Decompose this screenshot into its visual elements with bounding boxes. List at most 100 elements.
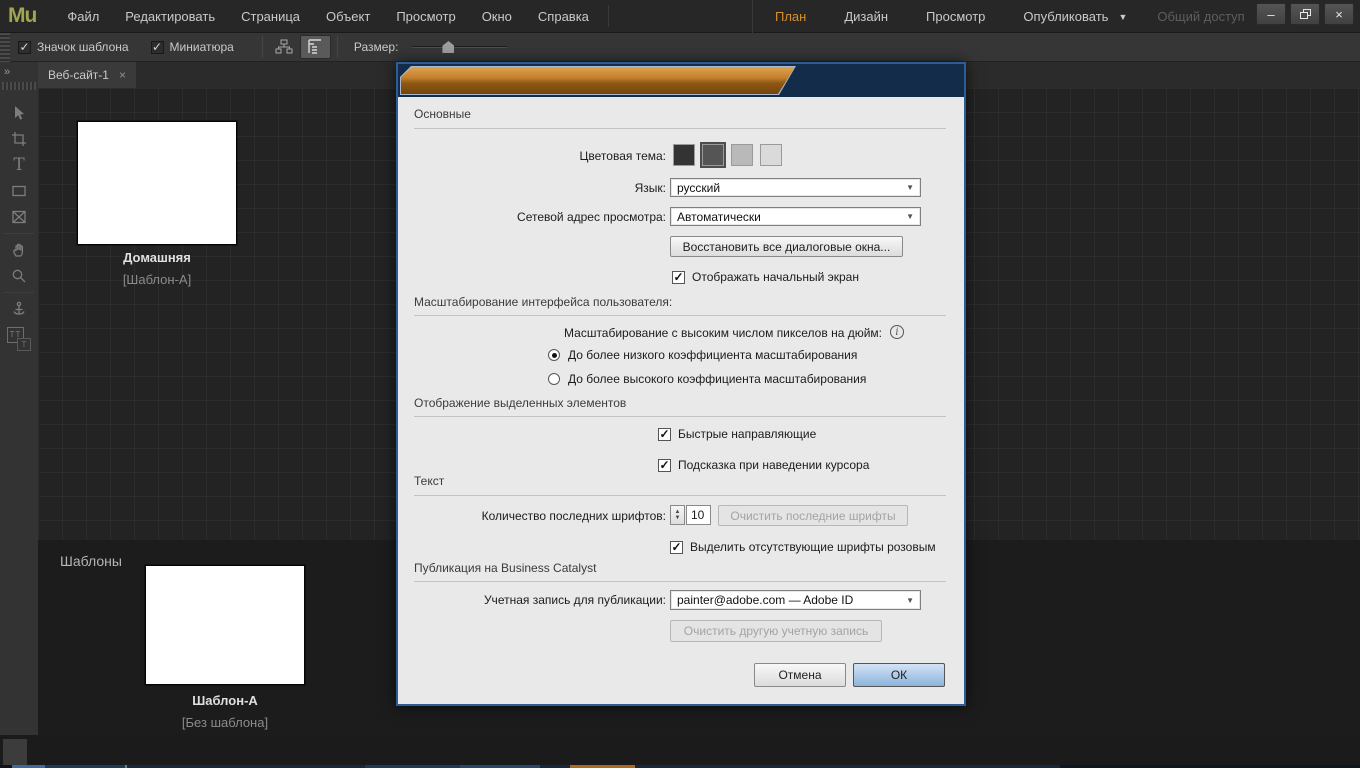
sitemap-view-button[interactable]	[269, 35, 300, 59]
home-page-master[interactable]: [Шаблон-А]	[77, 272, 237, 287]
highlight-missing-fonts-label: Выделить отсутствующие шрифты розовым	[690, 540, 936, 554]
restore-dialogs-button[interactable]: Восстановить все диалоговые окна...	[670, 236, 903, 257]
workspace-tab-design[interactable]: Дизайн	[844, 9, 888, 24]
toolbar-grip	[0, 33, 10, 62]
master-page-title[interactable]: Шаблон-А	[145, 693, 305, 708]
tab-close-icon[interactable]: ×	[119, 68, 126, 82]
master-page-thumbnail[interactable]	[145, 565, 305, 685]
template-icon-checkbox[interactable]: ✓ Значок шаблона	[18, 40, 129, 54]
section-divider	[414, 128, 946, 129]
master-page-master[interactable]: [Без шаблона]	[145, 715, 305, 730]
preview-address-label: Сетевой адрес просмотра:	[398, 210, 666, 224]
menu-object[interactable]: Объект	[313, 9, 383, 24]
show-start-screen-label: Отображать начальный экран	[692, 270, 859, 284]
masters-label: Шаблоны	[60, 553, 122, 569]
panel-grip	[2, 82, 36, 90]
checkbox-checked-icon: ✓	[670, 541, 683, 554]
section-text: Текст	[414, 474, 444, 488]
radio-higher-label: До более высокого коэффициента масштабир…	[568, 372, 866, 386]
frame-tool-button[interactable]	[0, 204, 38, 230]
theme-swatch-darkest[interactable]	[673, 144, 695, 166]
menu-window[interactable]: Окно	[469, 9, 525, 24]
home-page-thumbnail[interactable]	[77, 121, 237, 245]
menu-file[interactable]: Файл	[54, 9, 112, 24]
tool-divider	[4, 292, 34, 293]
menu-help[interactable]: Справка	[525, 9, 602, 24]
dropdown-arrow-icon: ▼	[906, 596, 914, 605]
taskbar-sliver	[0, 735, 1360, 768]
minimize-button[interactable]: –	[1256, 3, 1286, 25]
app-logo-icon: Mu	[8, 4, 36, 28]
section-general: Основные	[414, 107, 471, 121]
outline-view-icon	[307, 39, 323, 55]
selection-tool-icon	[11, 105, 27, 121]
zoom-tool-button[interactable]	[0, 263, 38, 289]
thumbnail-checkbox[interactable]: ✓ Миниатюра	[151, 40, 234, 54]
states-button[interactable]: TTT	[0, 322, 38, 356]
text-tool-icon: T	[13, 155, 24, 175]
toolbar-divider	[262, 36, 263, 58]
recent-fonts-value[interactable]: 10	[686, 505, 711, 525]
tool-divider	[4, 233, 34, 234]
rectangle-tool-button[interactable]	[0, 178, 38, 204]
workspace-tab-plan[interactable]: План	[775, 9, 806, 24]
dialog-header	[398, 64, 964, 97]
options-toolbar: ✓ Значок шаблона ✓ Миниатюра Размер:	[0, 33, 1360, 62]
close-button[interactable]: ×	[1324, 3, 1354, 25]
outline-view-button[interactable]	[300, 35, 331, 59]
show-start-screen-checkbox[interactable]: ✓ Отображать начальный экран	[672, 270, 859, 284]
template-icon-label: Значок шаблона	[37, 40, 129, 54]
checkbox-checked-icon: ✓	[658, 428, 671, 441]
menu-view[interactable]: Просмотр	[383, 9, 468, 24]
home-page-title[interactable]: Домашняя	[77, 250, 237, 265]
section-scaling: Масштабирование интерфейса пользователя:	[414, 295, 672, 309]
thumbnail-label: Миниатюра	[170, 40, 234, 54]
window-controls: – ×	[1256, 3, 1354, 25]
recent-fonts-stepper[interactable]: ▲ ▼	[670, 505, 685, 525]
menu-edit[interactable]: Редактировать	[112, 9, 228, 24]
document-tab[interactable]: Веб-сайт-1 ×	[38, 62, 136, 88]
hover-tooltip-checkbox[interactable]: ✓ Подсказка при наведении курсора	[658, 458, 869, 472]
radio-higher-scaling[interactable]: До более высокого коэффициента масштабир…	[548, 372, 866, 386]
collapse-panel-icon[interactable]: »	[0, 62, 38, 78]
selection-tool-button[interactable]	[0, 100, 38, 126]
cancel-button[interactable]: Отмена	[754, 663, 846, 687]
hover-tooltip-label: Подсказка при наведении курсора	[678, 458, 869, 472]
section-divider	[414, 581, 946, 582]
menubar-divider	[608, 5, 609, 27]
smart-guides-checkbox[interactable]: ✓ Быстрые направляющие	[658, 427, 816, 441]
spin-down-icon[interactable]: ▼	[675, 515, 681, 521]
restore-button[interactable]	[1290, 3, 1320, 25]
crop-tool-button[interactable]	[0, 126, 38, 152]
highlight-missing-fonts-checkbox[interactable]: ✓ Выделить отсутствующие шрифты розовым	[670, 540, 936, 554]
size-slider[interactable]	[412, 40, 507, 54]
text-tool-button[interactable]: T	[0, 152, 38, 178]
anchor-tool-icon	[11, 301, 27, 317]
workspace-tabs: План Дизайн Просмотр Опубликовать ▼ Общи…	[752, 0, 1283, 33]
hand-tool-button[interactable]	[0, 237, 38, 263]
theme-swatch-dark-selected[interactable]	[702, 144, 724, 166]
checkbox-checked-icon: ✓	[658, 459, 671, 472]
theme-swatch-lightest[interactable]	[760, 144, 782, 166]
workspace-tab-publish[interactable]: Опубликовать	[1023, 9, 1108, 24]
language-value: русский	[677, 181, 906, 195]
anchor-tool-button[interactable]	[0, 296, 38, 322]
preferences-dialog: Основные Цветовая тема: Язык: русский ▼ …	[396, 62, 966, 706]
publish-dropdown-icon[interactable]: ▼	[1118, 12, 1127, 22]
dialog-body: Основные Цветовая тема: Язык: русский ▼ …	[398, 97, 964, 704]
clear-recent-fonts-button[interactable]: Очистить последние шрифты	[718, 505, 908, 526]
info-icon[interactable]: i	[890, 325, 904, 339]
language-dropdown[interactable]: русский ▼	[670, 178, 921, 197]
workspace-tab-preview[interactable]: Просмотр	[926, 9, 985, 24]
slider-thumb[interactable]	[442, 41, 454, 53]
publish-account-dropdown[interactable]: painter@adobe.com — Adobe ID ▼	[670, 590, 921, 610]
color-theme-label: Цветовая тема:	[398, 149, 666, 163]
toolbar-divider	[337, 36, 338, 58]
theme-swatch-light[interactable]	[731, 144, 753, 166]
rectangle-tool-icon	[11, 183, 27, 199]
menu-page[interactable]: Страница	[228, 9, 313, 24]
ok-button[interactable]: ОК	[853, 663, 945, 687]
clear-other-account-button[interactable]: Очистить другую учетную запись	[670, 620, 882, 642]
radio-lower-scaling[interactable]: До более низкого коэффициента масштабиро…	[548, 348, 857, 362]
preview-address-dropdown[interactable]: Автоматически ▼	[670, 207, 921, 226]
